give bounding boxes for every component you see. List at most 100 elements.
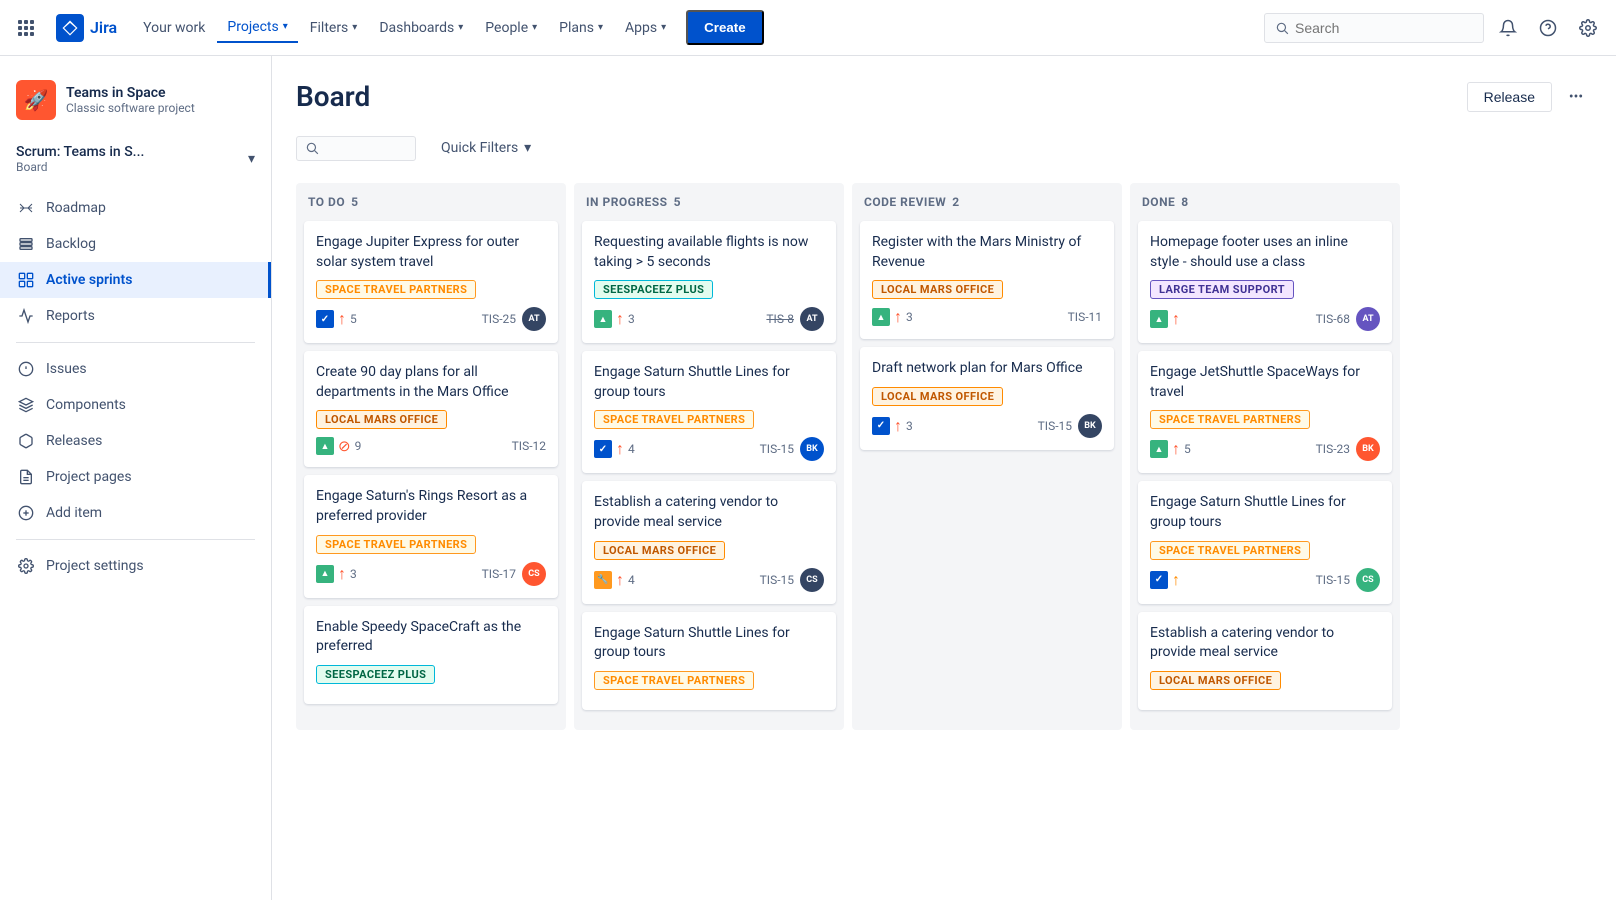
card[interactable]: Engage JetShuttle SpaceWays for travel S… xyxy=(1138,351,1392,473)
card-meta: TIS-25 AT xyxy=(482,307,546,331)
card-icons: ✓↑ xyxy=(1150,570,1180,590)
card[interactable]: Engage Saturn Shuttle Lines for group to… xyxy=(1138,481,1392,603)
card-id: TIS-11 xyxy=(1068,310,1102,324)
nav-projects[interactable]: Projects ▾ xyxy=(217,13,297,43)
card[interactable]: Engage Saturn Shuttle Lines for group to… xyxy=(582,351,836,473)
sidebar-item-releases[interactable]: Releases xyxy=(0,423,271,459)
sidebar-divider-1 xyxy=(16,342,255,343)
card[interactable]: Establish a catering vendor to provide m… xyxy=(1138,612,1392,710)
card-meta: TIS-68 AT xyxy=(1316,307,1380,331)
card[interactable]: Create 90 day plans for all departments … xyxy=(304,351,558,467)
sidebar-item-add-item[interactable]: Add item xyxy=(0,495,271,531)
scrum-section[interactable]: Scrum: Teams in S... Board ▾ xyxy=(0,136,271,182)
nav-people[interactable]: People ▾ xyxy=(475,14,547,42)
card-title: Create 90 day plans for all departments … xyxy=(316,363,546,402)
story-icon: ▲ xyxy=(316,565,334,583)
column-count: 8 xyxy=(1181,195,1188,209)
projects-chevron: ▾ xyxy=(283,21,288,32)
nav-apps[interactable]: Apps ▾ xyxy=(615,14,676,42)
help-button[interactable] xyxy=(1532,12,1564,44)
card-footer: ▲↑ 3 TIS-17 CS xyxy=(316,562,546,586)
card-title: Engage Jupiter Express for outer solar s… xyxy=(316,233,546,272)
avatar: CS xyxy=(800,568,824,592)
nav-plans[interactable]: Plans ▾ xyxy=(549,14,613,42)
card-id: TIS-15 xyxy=(760,442,794,456)
nav-your-work[interactable]: Your work xyxy=(133,14,215,42)
card[interactable]: Requesting available flights is now taki… xyxy=(582,221,836,343)
card[interactable]: Engage Saturn's Rings Resort as a prefer… xyxy=(304,475,558,597)
sidebar: 🚀 Teams in Space Classic software projec… xyxy=(0,56,272,900)
check-icon: ✓ xyxy=(872,417,890,435)
card[interactable]: Engage Jupiter Express for outer solar s… xyxy=(304,221,558,343)
column-to-do: TO DO 5 Engage Jupiter Express for outer… xyxy=(296,183,566,730)
card[interactable]: Enable Speedy SpaceCraft as the preferre… xyxy=(304,606,558,704)
card[interactable]: Establish a catering vendor to provide m… xyxy=(582,481,836,603)
sidebar-nav: Roadmap Backlog Active sprints Reports xyxy=(0,190,271,584)
board-columns: TO DO 5 Engage Jupiter Express for outer… xyxy=(296,183,1592,746)
avatar: CS xyxy=(1356,568,1380,592)
nav-dashboards[interactable]: Dashboards ▾ xyxy=(369,14,473,42)
board-filter-search[interactable] xyxy=(296,136,416,161)
card[interactable]: Draft network plan for Mars Office LOCAL… xyxy=(860,347,1114,450)
column-count: 2 xyxy=(952,195,959,209)
sidebar-item-backlog[interactable]: Backlog xyxy=(0,226,271,262)
notifications-button[interactable] xyxy=(1492,12,1524,44)
column-header: DONE 8 xyxy=(1138,195,1392,209)
more-options-button[interactable]: ••• xyxy=(1560,81,1592,113)
priority-high-icon: ↑ xyxy=(616,570,624,590)
card[interactable]: Engage Saturn Shuttle Lines for group to… xyxy=(582,612,836,710)
quick-filters-button[interactable]: Quick Filters ▾ xyxy=(428,133,544,163)
card-id: TIS-17 xyxy=(482,567,516,581)
board-header: Board Release ••• xyxy=(296,80,1592,113)
settings-button[interactable] xyxy=(1572,12,1604,44)
sidebar-item-project-pages[interactable]: Project pages xyxy=(0,459,271,495)
sidebar-item-reports[interactable]: Reports xyxy=(0,298,271,334)
column-count: 5 xyxy=(351,195,358,209)
card-title: Engage Saturn Shuttle Lines for group to… xyxy=(1150,493,1380,532)
card-footer: ▲↑ 5 TIS-23 BK xyxy=(1150,437,1380,461)
story-icon: ▲ xyxy=(316,437,334,455)
nav-left: Jira Your work Projects ▾ Filters ▾ Dash… xyxy=(12,10,764,45)
sidebar-item-components[interactable]: Components xyxy=(0,387,271,423)
priority-high-icon: ↑ xyxy=(1172,309,1180,329)
card-label: LOCAL MARS OFFICE xyxy=(872,280,1003,299)
search-box[interactable] xyxy=(1264,13,1484,43)
scrum-title: Scrum: Teams in S... xyxy=(16,144,144,160)
release-button[interactable]: Release xyxy=(1467,82,1552,112)
story-points: 4 xyxy=(628,442,635,456)
card-meta: TIS-15 BK xyxy=(1038,414,1102,438)
card-id: TIS-8 xyxy=(766,312,794,326)
card-footer: ▲↑ TIS-68 AT xyxy=(1150,307,1380,331)
create-button[interactable]: Create xyxy=(686,10,764,45)
card-footer: ✓↑ 4 TIS-15 BK xyxy=(594,437,824,461)
card-label: SPACE TRAVEL PARTNERS xyxy=(316,280,476,299)
filter-search-icon xyxy=(305,141,319,155)
column-header: TO DO 5 xyxy=(304,195,558,209)
jira-logo[interactable]: Jira xyxy=(56,14,117,42)
dashboards-chevron: ▾ xyxy=(458,22,463,33)
sidebar-label-roadmap: Roadmap xyxy=(46,200,106,216)
grid-icon[interactable] xyxy=(12,14,40,42)
search-input[interactable] xyxy=(1295,20,1473,36)
priority-medium-icon: ↑ xyxy=(1172,570,1180,590)
card-footer: ▲⊘ 9 TIS-12 xyxy=(316,437,546,455)
column-title: TO DO xyxy=(308,195,345,209)
sidebar-item-project-settings[interactable]: Project settings xyxy=(0,548,271,584)
story-points: 3 xyxy=(628,312,635,326)
story-points: 9 xyxy=(355,439,362,453)
card[interactable]: Homepage footer uses an inline style - s… xyxy=(1138,221,1392,343)
card-id: TIS-68 xyxy=(1316,312,1350,326)
scrum-chevron[interactable]: ▾ xyxy=(248,151,255,167)
column-title: DONE xyxy=(1142,195,1175,209)
sidebar-item-active-sprints[interactable]: Active sprints xyxy=(0,262,271,298)
project-type: Classic software project xyxy=(66,101,255,115)
sidebar-item-issues[interactable]: Issues xyxy=(0,351,271,387)
sidebar-item-roadmap[interactable]: Roadmap xyxy=(0,190,271,226)
avatar: BK xyxy=(1078,414,1102,438)
card-title: Draft network plan for Mars Office xyxy=(872,359,1102,379)
card[interactable]: Register with the Mars Ministry of Reven… xyxy=(860,221,1114,339)
nav-filters[interactable]: Filters ▾ xyxy=(300,14,368,42)
priority-high-icon: ↑ xyxy=(616,439,624,459)
board-search-input[interactable] xyxy=(319,141,399,156)
card-label: LOCAL MARS OFFICE xyxy=(1150,671,1281,690)
